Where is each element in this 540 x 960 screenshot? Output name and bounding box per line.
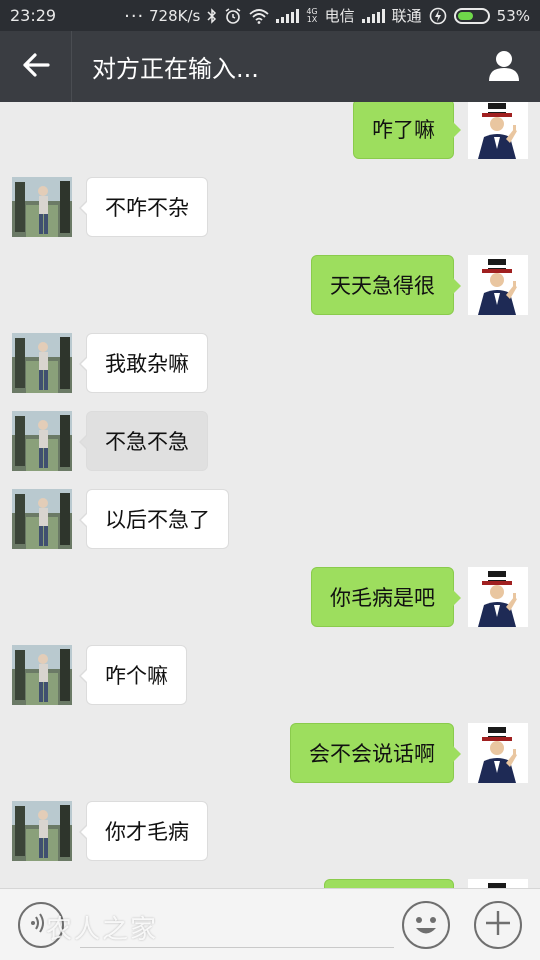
message-text: 你才毛病 [105,820,189,844]
back-button[interactable] [0,31,72,102]
more-button[interactable] [474,901,522,949]
plus-icon [484,909,512,941]
bluetooth-icon [207,7,217,24]
carrier-2: 联通 [391,7,422,25]
my-avatar[interactable] [468,879,528,888]
back-arrow-icon [22,52,50,82]
message-text: 我敢杂嘛 [105,352,189,376]
received-message-bubble[interactable]: 以后不急了 [79,489,229,549]
contact-avatar[interactable] [12,801,72,861]
received-message-bubble[interactable]: 咋个嘛 [79,645,187,705]
page-title: 对方正在输入... [92,55,259,83]
signal-icon [276,8,300,23]
received-message-bubble[interactable]: 我敢杂嘛 [79,333,208,393]
battery-icon [453,7,490,24]
contact-avatar[interactable] [12,333,72,393]
carrier-1: 电信 [324,7,355,25]
sent-message-bubble[interactable]: 会不会说话啊 [290,723,461,783]
voice-button[interactable] [18,902,64,948]
sent-message-bubble[interactable]: 天天急得很 [311,255,461,315]
my-avatar[interactable] [468,723,528,783]
net-sub: 1X [306,14,318,24]
my-avatar[interactable] [468,255,528,315]
message-input[interactable] [80,903,394,948]
emoji-icon [404,917,448,951]
status-dots: ... [124,1,145,22]
charging-icon [429,7,447,25]
received-message-bubble[interactable]: 不急不急 [79,411,208,471]
my-avatar[interactable] [468,102,528,159]
message-text: 不急不急 [105,430,189,454]
received-message-bubble[interactable]: 你才毛病 [79,801,208,861]
message-text: 咋了嘛 [372,118,435,142]
message-text: 以后不急了 [105,508,210,532]
profile-icon [487,48,521,86]
alarm-icon [224,7,242,25]
message-text: 会不会说话啊 [309,742,435,766]
sent-message-bubble[interactable]: 咋了嘛 [353,102,461,159]
message-text: 天天急得很 [330,274,435,298]
signal-icon-2 [361,8,385,23]
contact-avatar[interactable] [12,645,72,705]
contact-avatar[interactable] [12,489,72,549]
voice-icon [30,911,52,939]
chat-area[interactable]: 咋了嘛 不咋不杂 天天急得很 我敢杂嘛 不急不急 以后不急了 你毛病是吧 咋个嘛… [0,102,540,888]
status-time: 23:29 [10,6,57,25]
battery-fill [457,11,473,20]
wifi-icon [249,8,269,24]
net-speed: 728K/s [148,6,201,25]
sent-message-bubble[interactable]: 你毛病是吧 [311,567,461,627]
status-bar: 23:29 ... 728K/s 4G 1X 电信 联通 53% [0,0,540,31]
received-message-bubble[interactable]: 不咋不杂 [79,177,208,237]
emoji-button[interactable] [402,901,450,949]
title-bar: 对方正在输入... [0,31,540,102]
input-bar: 农人之家 [0,888,540,960]
sent-message-bubble[interactable] [324,879,454,888]
contact-avatar[interactable] [12,177,72,237]
chat-profile-button[interactable] [468,31,540,102]
battery-percent: 53% [496,6,530,25]
contact-avatar[interactable] [12,411,72,471]
my-avatar[interactable] [468,567,528,627]
message-text: 咋个嘛 [105,664,168,688]
message-text: 你毛病是吧 [330,586,435,610]
message-text: 不咋不杂 [105,196,189,220]
